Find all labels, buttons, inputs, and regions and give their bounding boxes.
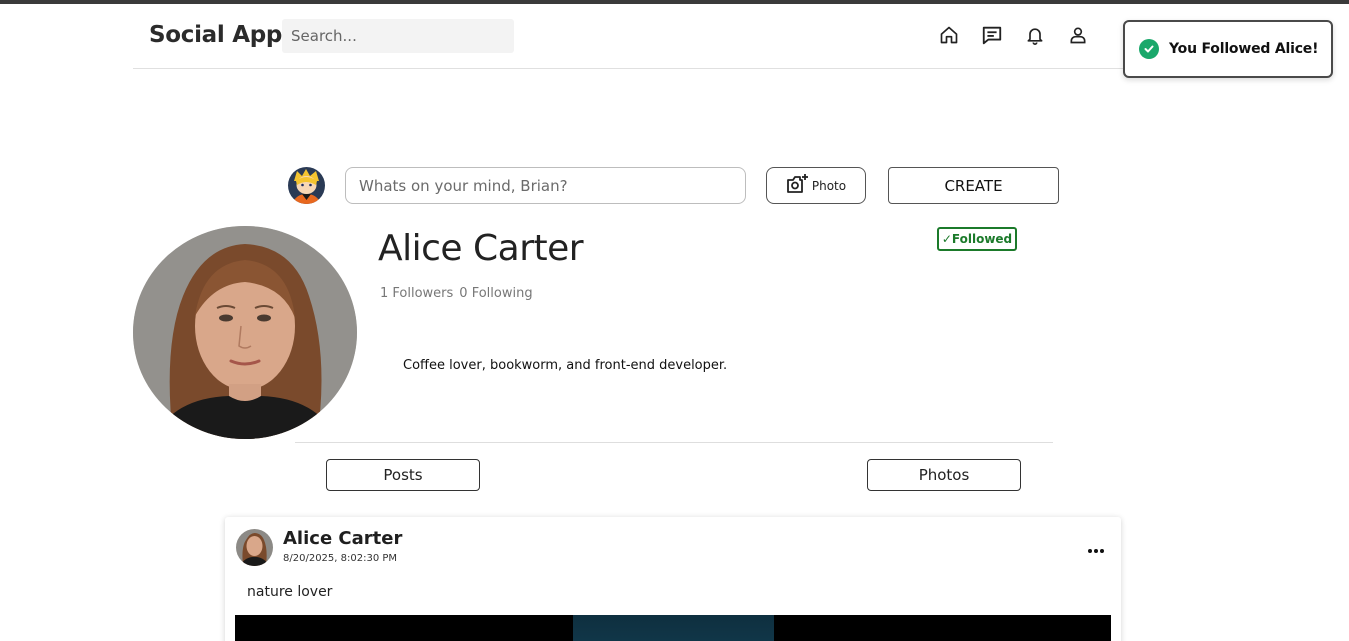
post-author-name[interactable]: Alice Carter [283,528,402,549]
app-header: Social App [133,4,1123,69]
add-photo-button[interactable]: Photo [766,167,866,204]
profile-name: Alice Carter [378,228,584,269]
nav-icons [938,24,1089,46]
toast-message: You Followed Alice! [1169,41,1319,57]
photo-button-label: Photo [811,178,847,193]
tab-posts[interactable]: Posts [326,459,480,491]
post-composer-input[interactable] [345,167,746,204]
messages-icon[interactable] [981,24,1003,46]
followers-count[interactable]: 1 Followers [380,286,453,301]
bell-icon[interactable] [1024,24,1046,46]
follow-toast: You Followed Alice! [1123,20,1333,78]
check-circle-icon [1139,39,1159,59]
user-icon[interactable] [1067,24,1089,46]
current-user-avatar [288,167,325,204]
post-card: Alice Carter 8/20/2025, 8:02:30 PM natur… [225,517,1121,641]
brand-logo[interactable]: Social App [149,22,282,48]
post-timestamp: 8/20/2025, 8:02:30 PM [283,553,398,564]
following-count[interactable]: 0 Following [459,286,532,301]
post-image[interactable] [235,615,1111,641]
followed-button[interactable]: ✓Followed [937,227,1017,251]
post-image-content [573,615,774,641]
more-options-icon[interactable] [1087,539,1105,558]
post-text: nature lover [247,584,333,600]
home-icon[interactable] [938,24,960,46]
camera-plus-icon [786,173,810,199]
search-input[interactable] [282,19,514,53]
post-author-avatar[interactable] [236,529,273,566]
profile-stats: 1 Followers 0 Following [380,286,533,301]
create-post-button[interactable]: CREATE [888,167,1059,204]
profile-divider [295,442,1053,443]
profile-photo [133,226,357,439]
tab-photos[interactable]: Photos [867,459,1021,491]
profile-bio: Coffee lover, bookworm, and front-end de… [403,358,728,373]
